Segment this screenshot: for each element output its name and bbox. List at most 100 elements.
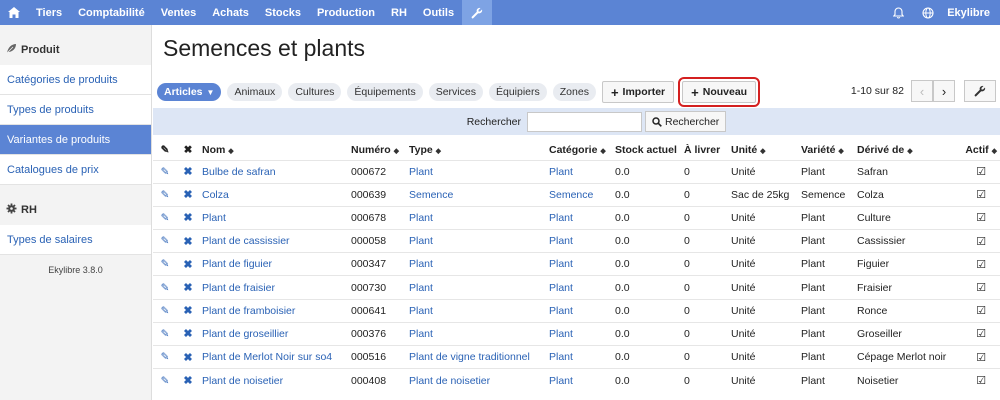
search-input[interactable]: [527, 111, 642, 132]
column-unite[interactable]: Unité ◆: [728, 140, 798, 160]
table-cell[interactable]: Plant: [546, 321, 612, 346]
table-cell[interactable]: Plant de fraisier: [199, 275, 348, 300]
table-cell[interactable]: Plant: [406, 205, 546, 230]
sidebar-item-types-produits[interactable]: Types de produits: [0, 95, 151, 125]
table-cell[interactable]: Plant de noisetier: [199, 368, 348, 392]
column-variete[interactable]: Variété ◆: [798, 140, 854, 160]
pencil-icon[interactable]: ✎: [161, 235, 170, 247]
checked-checkbox-icon: ☑: [976, 258, 987, 271]
delete-icon[interactable]: ✖: [183, 166, 192, 178]
chevron-right-icon[interactable]: ›: [933, 80, 955, 102]
delete-icon[interactable]: ✖: [183, 375, 192, 387]
filter-zones[interactable]: Zones: [552, 83, 596, 101]
user-menu[interactable]: Ekylibre: [943, 0, 1000, 25]
table-cell[interactable]: Plant de vigne traditionnel: [406, 344, 546, 369]
table-cell[interactable]: Semence: [546, 182, 612, 207]
pencil-icon[interactable]: ✎: [161, 282, 170, 294]
new-button[interactable]: + Nouveau: [678, 77, 761, 107]
table-cell[interactable]: Plant: [546, 298, 612, 323]
nav-rh[interactable]: RH: [383, 0, 415, 25]
table-cell[interactable]: Plant: [546, 344, 612, 369]
filter-services[interactable]: Services: [428, 83, 483, 101]
delete-icon[interactable]: ✖: [183, 328, 192, 340]
table-cell[interactable]: Plant: [406, 159, 546, 184]
import-button[interactable]: + Importer: [601, 81, 675, 103]
home-icon[interactable]: [0, 0, 28, 25]
table-cell[interactable]: Plant de groseillier: [199, 321, 348, 346]
settings-wrench-button[interactable]: [964, 80, 996, 102]
globe-icon[interactable]: [913, 0, 943, 25]
table-cell[interactable]: Plant: [546, 229, 612, 253]
filter-equipiers[interactable]: Équipiers: [488, 83, 547, 101]
table-cell[interactable]: Plant: [406, 321, 546, 346]
nav-achats[interactable]: Achats: [204, 0, 257, 25]
nav-outils[interactable]: Outils: [415, 0, 462, 25]
table-cell[interactable]: Plant: [546, 159, 612, 184]
table-cell[interactable]: Plant: [546, 275, 612, 300]
pencil-icon[interactable]: ✎: [161, 189, 170, 201]
sidebar-item-types-salaires[interactable]: Types de salaires: [0, 225, 151, 255]
sidebar-section-rh: RH: [0, 195, 151, 225]
nav-comptabilite[interactable]: Comptabilité: [70, 0, 153, 25]
table-cell[interactable]: Bulbe de safran: [199, 159, 348, 184]
table-cell: Unité: [728, 368, 798, 392]
nav-ventes[interactable]: Ventes: [153, 0, 204, 25]
table-cell[interactable]: Colza: [199, 182, 348, 207]
nav-tiers[interactable]: Tiers: [28, 0, 70, 25]
pencil-icon[interactable]: ✎: [161, 328, 170, 340]
pencil-icon[interactable]: ✎: [161, 166, 170, 178]
table-cell[interactable]: Plant: [406, 252, 546, 276]
pencil-icon[interactable]: ✎: [161, 258, 170, 270]
table-row: ✎ ✖ Plant de Merlot Noir sur so4 000516 Plan…: [153, 344, 1000, 369]
search-button[interactable]: Rechercher: [645, 111, 727, 132]
filter-animaux[interactable]: Animaux: [227, 83, 283, 101]
table-cell[interactable]: Plant de framboisier: [199, 298, 348, 323]
filter-articles[interactable]: Articles ▼: [157, 83, 222, 101]
sidebar-item-categories-produits[interactable]: Catégories de produits: [0, 65, 151, 95]
table-cell[interactable]: Plant: [546, 205, 612, 230]
delete-icon[interactable]: ✖: [183, 352, 192, 364]
chevron-left-icon[interactable]: ‹: [911, 80, 933, 102]
nav-production[interactable]: Production: [309, 0, 383, 25]
pencil-icon[interactable]: ✎: [161, 375, 170, 387]
delete-icon[interactable]: ✖: [183, 305, 192, 317]
table-cell[interactable]: Plant: [406, 275, 546, 300]
table-cell[interactable]: Plant: [406, 229, 546, 253]
table-cell[interactable]: Semence: [406, 182, 546, 207]
checked-checkbox-icon: ☑: [976, 328, 987, 341]
table-cell[interactable]: Plant de figuier: [199, 252, 348, 276]
delete-icon[interactable]: ✖: [183, 282, 192, 294]
table-cell[interactable]: Plant: [546, 368, 612, 392]
filter-cultures[interactable]: Cultures: [288, 83, 342, 101]
nav-stocks[interactable]: Stocks: [257, 0, 309, 25]
table-cell[interactable]: Plant: [406, 298, 546, 323]
table-cell[interactable]: Plant de Merlot Noir sur so4: [199, 344, 348, 369]
table-cell: 000678: [348, 205, 406, 230]
column-actif[interactable]: Actif ◆: [962, 140, 1000, 160]
filter-equipements[interactable]: Équipements: [347, 83, 423, 101]
sidebar-item-catalogues-prix[interactable]: Catalogues de prix: [0, 155, 151, 185]
column-nom[interactable]: Nom ◆: [199, 140, 348, 160]
delete-icon[interactable]: ✖: [183, 189, 192, 201]
table-cell[interactable]: Plant: [546, 252, 612, 276]
column-type[interactable]: Type ◆: [406, 140, 546, 160]
table-cell: Plant: [798, 368, 854, 392]
wrench-icon[interactable]: [462, 0, 493, 25]
delete-icon[interactable]: ✖: [183, 259, 192, 271]
pencil-icon[interactable]: ✎: [161, 212, 170, 224]
table-cell[interactable]: Plant de cassissier: [199, 229, 348, 253]
sidebar-item-variantes-produits[interactable]: Variantes de produits: [0, 125, 151, 155]
wrench-icon: [974, 85, 986, 97]
column-derive-de[interactable]: Dérivé de ◆: [854, 140, 962, 160]
pencil-icon[interactable]: ✎: [161, 305, 170, 317]
delete-icon[interactable]: ✖: [183, 212, 192, 224]
table-cell: Unité: [728, 159, 798, 184]
table-cell: Unité: [728, 275, 798, 300]
delete-icon[interactable]: ✖: [183, 236, 192, 248]
table-cell[interactable]: Plant: [199, 205, 348, 230]
pencil-icon[interactable]: ✎: [161, 351, 170, 363]
column-categorie[interactable]: Catégorie ◆: [546, 140, 612, 160]
bell-icon[interactable]: [883, 0, 913, 25]
column-numero[interactable]: Numéro ◆: [348, 140, 406, 160]
table-cell[interactable]: Plant de noisetier: [406, 368, 546, 392]
